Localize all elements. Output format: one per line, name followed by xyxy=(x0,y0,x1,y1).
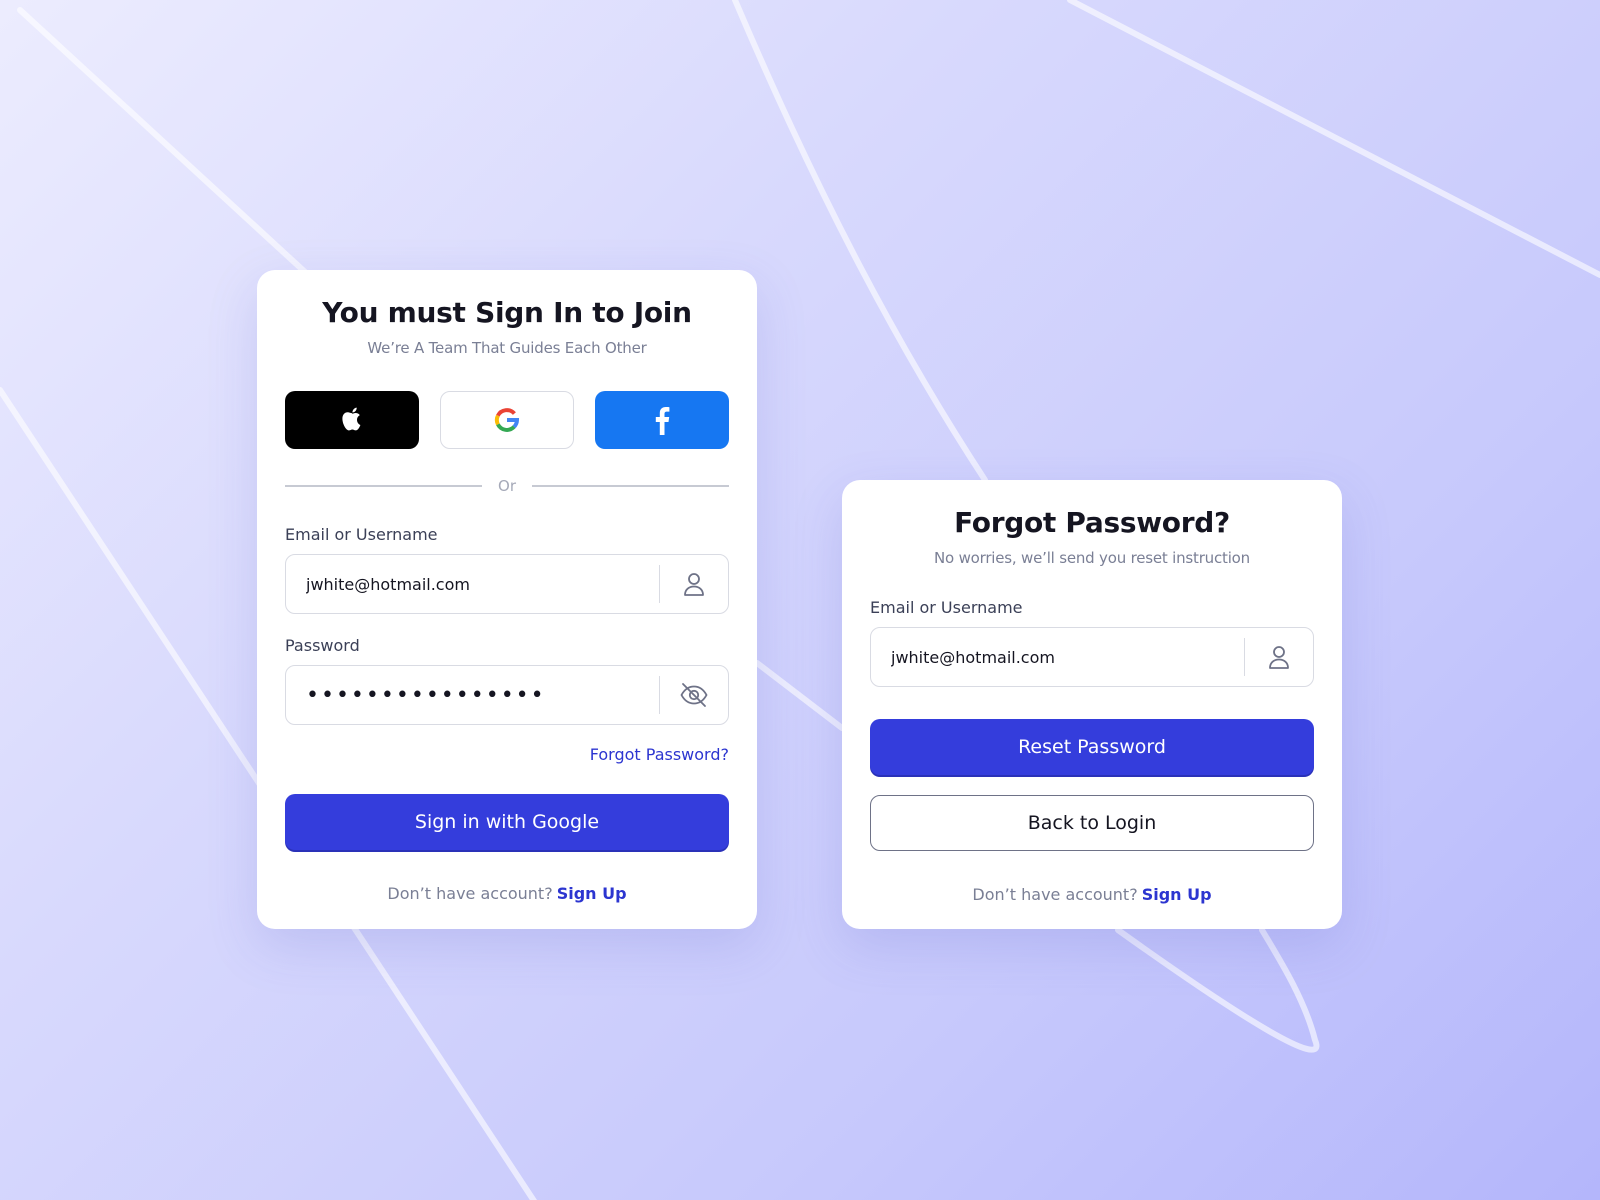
footer-text: Don’t have account? xyxy=(972,885,1138,904)
apple-signin-button[interactable] xyxy=(285,391,419,449)
signin-subtitle: We’re A Team That Guides Each Other xyxy=(367,339,647,357)
facebook-icon xyxy=(655,407,670,435)
divider-line-left xyxy=(285,485,483,487)
reset-password-button[interactable]: Reset Password xyxy=(870,719,1314,775)
back-to-login-button[interactable]: Back to Login xyxy=(870,795,1314,851)
facebook-signin-button[interactable] xyxy=(595,391,729,449)
email-input-wrapper xyxy=(285,554,729,614)
email-input[interactable] xyxy=(286,555,659,613)
sign-in-with-google-button[interactable]: Sign in with Google xyxy=(285,794,729,850)
background-decoration xyxy=(0,0,1600,1200)
password-input-wrapper xyxy=(285,665,729,725)
email-label: Email or Username xyxy=(870,598,1023,617)
signin-card: You must Sign In to Join We’re A Team Th… xyxy=(257,270,757,929)
or-text: Or xyxy=(498,477,516,495)
google-signin-button[interactable] xyxy=(440,391,574,449)
social-buttons xyxy=(285,391,729,449)
sign-up-link[interactable]: Sign Up xyxy=(557,884,627,903)
or-divider: Or xyxy=(285,477,730,495)
email-label: Email or Username xyxy=(285,525,438,544)
forgot-password-card: Forgot Password? No worries, we’ll send … xyxy=(842,480,1342,929)
forgot-link-row: Forgot Password? xyxy=(285,745,729,764)
forgot-footer: Don’t have account? Sign Up xyxy=(870,885,1314,904)
divider-line-right xyxy=(532,485,730,487)
user-icon xyxy=(1245,628,1313,686)
email-input-wrapper xyxy=(870,627,1314,687)
eye-off-icon[interactable] xyxy=(660,666,728,724)
password-label: Password xyxy=(285,636,360,655)
forgot-subtitle: No worries, we’ll send you reset instruc… xyxy=(934,549,1250,567)
user-icon xyxy=(660,555,728,613)
password-input[interactable] xyxy=(286,666,659,724)
signin-footer: Don’t have account? Sign Up xyxy=(285,884,729,903)
google-icon xyxy=(494,408,520,432)
apple-icon xyxy=(342,407,361,431)
reset-email-input[interactable] xyxy=(871,628,1244,686)
signin-title: You must Sign In to Join xyxy=(322,296,692,329)
footer-text: Don’t have account? xyxy=(387,884,553,903)
forgot-password-link[interactable]: Forgot Password? xyxy=(590,745,729,764)
forgot-title: Forgot Password? xyxy=(954,506,1230,539)
sign-up-link[interactable]: Sign Up xyxy=(1142,885,1212,904)
